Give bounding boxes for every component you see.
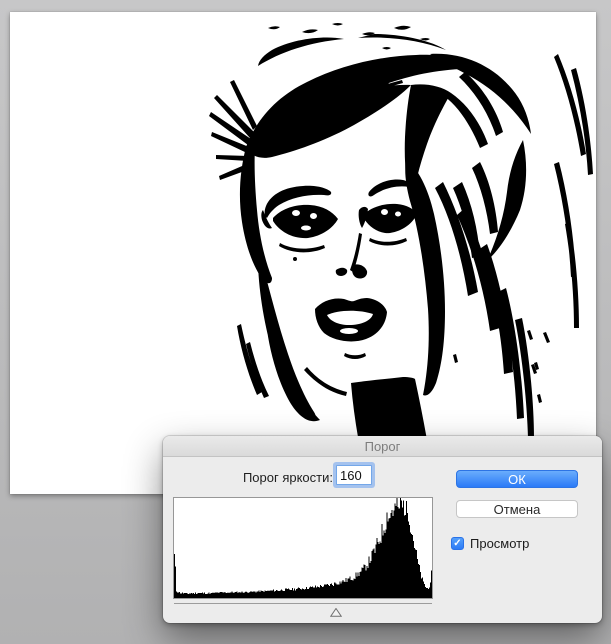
triangle-up-icon bbox=[329, 607, 343, 617]
histogram-chart bbox=[174, 498, 432, 598]
ok-button[interactable]: ОК bbox=[456, 470, 578, 488]
checkbox-checkmark-icon: ✓ bbox=[451, 536, 464, 550]
threshold-brightness-label: Порог яркости: bbox=[242, 470, 333, 485]
threshold-slider-track bbox=[174, 603, 432, 604]
threshold-value-input[interactable] bbox=[336, 465, 372, 485]
dialog-titlebar[interactable]: Порог bbox=[163, 436, 602, 457]
dialog-title: Порог bbox=[364, 439, 401, 454]
threshold-preview-image bbox=[209, 23, 593, 494]
preview-checkbox-label: Просмотр bbox=[470, 535, 530, 551]
preview-checkbox[interactable]: ✓ Просмотр bbox=[451, 535, 530, 551]
document-canvas bbox=[10, 12, 596, 494]
cancel-button[interactable]: Отмена bbox=[456, 500, 578, 518]
threshold-slider-handle[interactable] bbox=[329, 605, 343, 617]
histogram-panel bbox=[173, 497, 433, 599]
threshold-dialog: Порог Порог яркости: ОК Отмена ✓ Просмот… bbox=[163, 436, 602, 623]
